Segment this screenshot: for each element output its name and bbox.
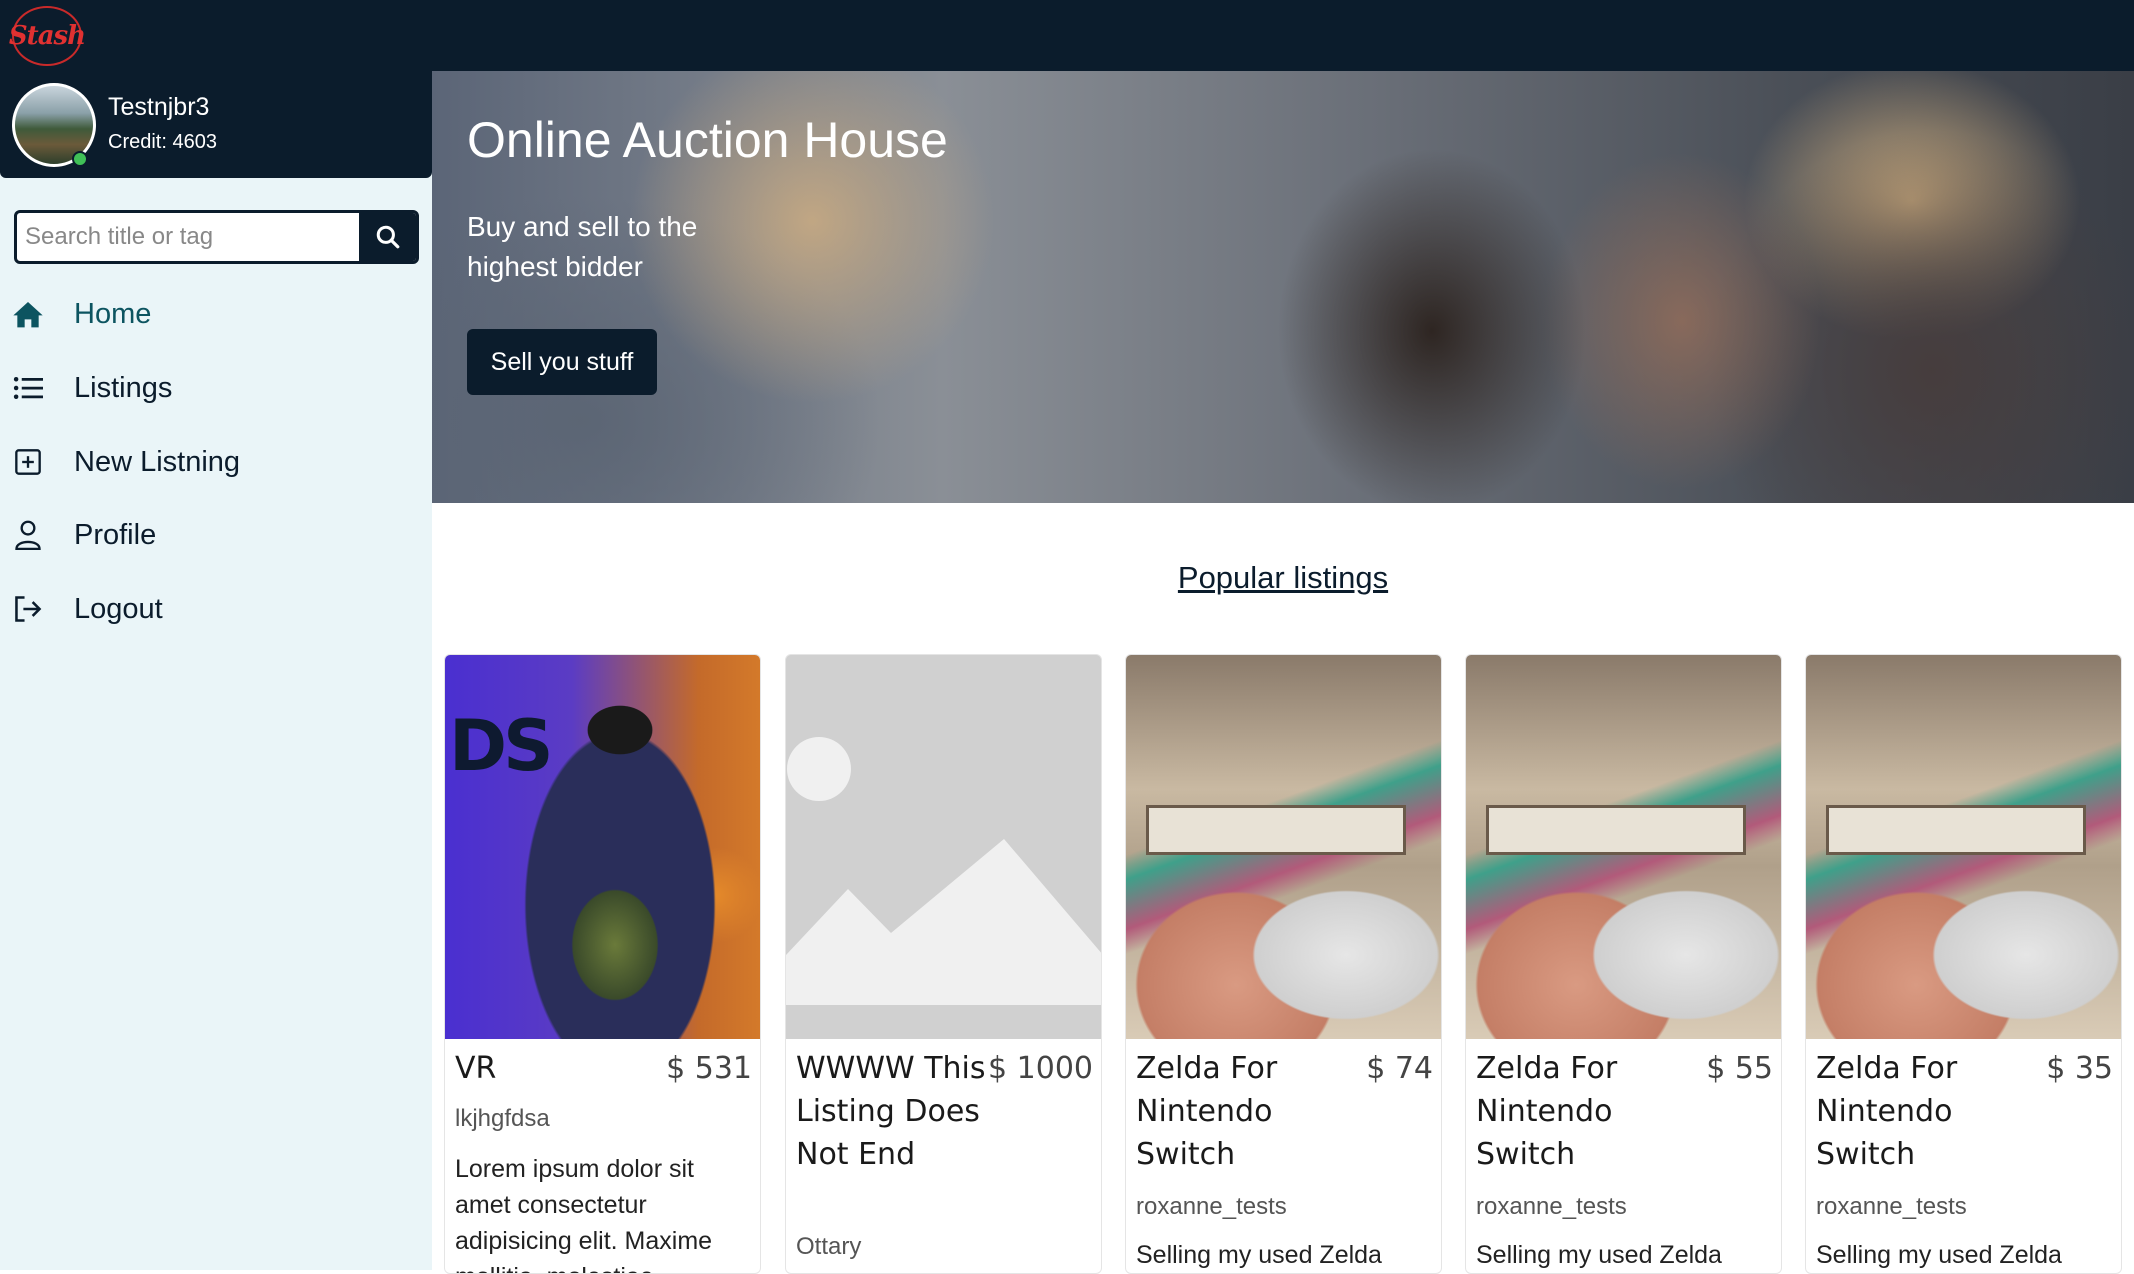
search-button[interactable] xyxy=(359,213,416,261)
background-sign-graphic: DS xyxy=(449,705,554,787)
listing-seller: roxanne_tests xyxy=(1136,1193,1287,1220)
nav-item-home[interactable]: Home xyxy=(0,284,432,344)
listing-title: Zelda For Nintendo Switch xyxy=(1476,1051,1618,1172)
listing-seller: roxanne_tests xyxy=(1476,1193,1627,1220)
listing-image xyxy=(1806,655,2121,1039)
listing-card[interactable]: DS VR $ 531 lkjhgfdsa Lorem ipsum dolor … xyxy=(444,654,761,1274)
shelf-graphic xyxy=(1826,805,2086,855)
listing-description: Selling my used Zelda xyxy=(1136,1241,1382,1269)
home-icon xyxy=(12,298,44,330)
listing-title: WWWW This Listing Does Not End xyxy=(796,1051,986,1172)
profile-card[interactable]: Testnjbr3 Credit: 4603 xyxy=(0,71,432,178)
listing-title: Zelda For Nintendo Switch xyxy=(1136,1051,1278,1172)
listing-image xyxy=(1126,655,1441,1039)
listing-title: VR xyxy=(455,1051,497,1086)
nav-item-listings[interactable]: Listings xyxy=(0,358,432,418)
listing-card[interactable]: Zelda For Nintendo Switch $ 74 roxanne_t… xyxy=(1125,654,1442,1274)
plus-square-icon xyxy=(12,446,44,478)
nav-item-logout[interactable]: Logout xyxy=(0,579,432,639)
listing-card[interactable]: WWWW This Listing Does Not End $ 1000 Ot… xyxy=(785,654,1102,1274)
listing-seller: lkjhgfdsa xyxy=(455,1105,550,1132)
user-icon xyxy=(12,519,44,551)
listing-seller: roxanne_tests xyxy=(1816,1193,1967,1220)
logout-icon xyxy=(12,593,44,625)
popular-listings-heading[interactable]: Popular listings xyxy=(432,560,2134,596)
listing-price: $ 531 xyxy=(666,1051,752,1086)
listing-image xyxy=(1466,655,1781,1039)
logo[interactable]: Stash xyxy=(9,6,86,66)
listing-card[interactable]: Zelda For Nintendo Switch $ 35 roxanne_t… xyxy=(1805,654,2122,1274)
sidebar: Testnjbr3 Credit: 4603 Home Listings xyxy=(0,71,432,1270)
listing-title: Zelda For Nintendo Switch xyxy=(1816,1051,1958,1172)
search-icon xyxy=(376,225,399,249)
online-status-dot xyxy=(72,151,88,167)
listing-description: Lorem ipsum dolor sit amet consectetur a… xyxy=(455,1155,713,1273)
shelf-graphic xyxy=(1146,805,1406,855)
hero-subtitle: Buy and sell to the highest bidder xyxy=(467,211,698,282)
listing-seller: Ottary xyxy=(796,1233,862,1260)
hero-banner: Online Auction House Buy and sell to the… xyxy=(432,71,2134,503)
listing-description: Selling my used Zelda xyxy=(1476,1241,1722,1269)
listing-card[interactable]: Zelda For Nintendo Switch $ 55 roxanne_t… xyxy=(1465,654,1782,1274)
nav-label-new-listing: New Listning xyxy=(74,445,241,478)
hero-title: Online Auction House xyxy=(467,112,948,168)
listing-price: $ 55 xyxy=(1706,1051,1773,1086)
listing-image: DS xyxy=(445,655,760,1039)
listing-description: Selling my used Zelda xyxy=(1816,1241,2062,1269)
listing-price: $ 74 xyxy=(1366,1051,1433,1086)
username: Testnjbr3 xyxy=(108,93,210,121)
search-input[interactable] xyxy=(17,213,362,261)
nav-label-listings: Listings xyxy=(74,371,173,404)
shelf-graphic xyxy=(1486,805,1746,855)
placeholder-image-icon xyxy=(786,655,1101,1039)
listing-price: $ 35 xyxy=(2046,1051,2113,1086)
search-bar xyxy=(14,210,419,264)
nav-item-profile[interactable]: Profile xyxy=(0,505,432,565)
nav-label-logout: Logout xyxy=(74,592,163,625)
credit-balance: Credit: 4603 xyxy=(108,131,217,153)
nav-item-new-listing[interactable]: New Listning xyxy=(0,432,432,492)
sell-button[interactable]: Sell you stuff xyxy=(467,329,657,395)
top-bar: Stash xyxy=(0,0,2134,71)
nav-label-profile: Profile xyxy=(74,518,157,551)
listing-price: $ 1000 xyxy=(988,1051,1093,1086)
nav-label-home: Home xyxy=(74,297,152,330)
list-icon xyxy=(12,372,44,404)
